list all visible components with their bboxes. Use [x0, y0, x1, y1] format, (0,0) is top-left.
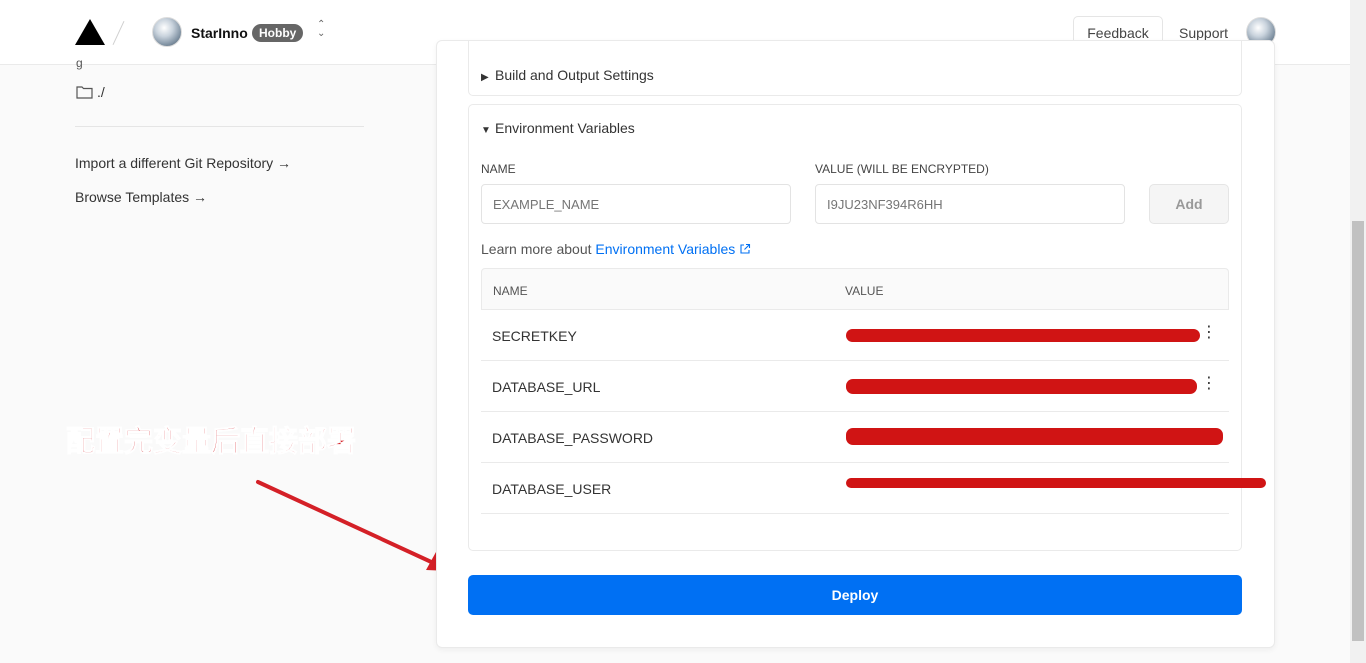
root-directory: ./	[97, 84, 105, 100]
table-row: DATABASE_PASSWORD redacted	[481, 412, 1229, 463]
partial-list-item: g	[76, 56, 83, 70]
vercel-logo-icon[interactable]	[75, 19, 105, 45]
divider	[75, 126, 364, 127]
support-link[interactable]: Support	[1179, 25, 1228, 41]
column-header-name: NAME	[493, 284, 528, 298]
env-var-name: DATABASE_PASSWORD	[492, 430, 654, 446]
plan-badge: Hobby	[252, 24, 304, 42]
annotation-text: 配置完变量后直接部署	[65, 426, 357, 459]
redaction-mark	[846, 428, 1223, 445]
env-variables-table: NAME VALUE SECRETKEY redacted ⋮ DATABASE…	[481, 268, 1266, 514]
team-avatar[interactable]	[152, 17, 182, 47]
redaction-mark	[846, 379, 1197, 394]
build-settings-title: Build and Output Settings	[495, 67, 654, 83]
redaction-mark	[846, 478, 1266, 488]
deploy-button[interactable]: Deploy	[468, 575, 1242, 615]
env-var-name: DATABASE_URL	[492, 379, 601, 395]
more-options-icon[interactable]: ⋮	[1201, 376, 1217, 392]
table-row: SECRETKEY redacted ⋮	[481, 310, 1229, 361]
learn-more-text: Learn more about Environment Variables	[481, 241, 751, 257]
env-var-name: DATABASE_USER	[492, 481, 612, 497]
env-docs-link[interactable]: Environment Variables	[595, 241, 751, 257]
table-row: DATABASE_URL redacted ⋮	[481, 361, 1229, 412]
env-variables-toggle[interactable]: ▼ Environment Variables	[481, 120, 635, 136]
caret-down-icon: ▼	[481, 125, 491, 136]
env-variables-title: Environment Variables	[495, 120, 635, 136]
browse-templates-link[interactable]: Browse Templates →	[75, 189, 207, 205]
name-field-label: NAME	[481, 162, 516, 176]
env-value-input[interactable]	[815, 184, 1125, 224]
folder-icon	[76, 86, 93, 99]
redaction-mark	[846, 329, 1200, 342]
caret-right-icon: ▶	[481, 72, 489, 83]
chevron-up-down-icon[interactable]: ⌃ ⌄	[317, 20, 325, 39]
external-link-icon	[740, 243, 751, 254]
table-row: DATABASE_USER redacted	[481, 463, 1266, 514]
import-repository-link[interactable]: Import a different Git Repository →	[75, 155, 291, 171]
scrollbar-thumb[interactable]	[1352, 221, 1364, 641]
add-env-button[interactable]: Add	[1149, 184, 1229, 224]
table-header: NAME VALUE	[481, 268, 1229, 310]
env-name-input[interactable]	[481, 184, 791, 224]
annotation-arrow-icon	[256, 480, 450, 571]
column-header-value: VALUE	[845, 284, 884, 298]
env-docs-link-label: Environment Variables	[595, 241, 736, 257]
build-settings-toggle[interactable]: ▶ Build and Output Settings	[481, 67, 654, 83]
value-field-label: VALUE (WILL BE ENCRYPTED)	[815, 162, 989, 176]
env-var-name: SECRETKEY	[492, 328, 577, 344]
team-name[interactable]: StarInno	[191, 25, 248, 41]
breadcrumb-separator	[112, 21, 125, 45]
more-options-icon[interactable]: ⋮	[1201, 325, 1217, 341]
learn-more-prefix: Learn more about	[481, 241, 592, 257]
